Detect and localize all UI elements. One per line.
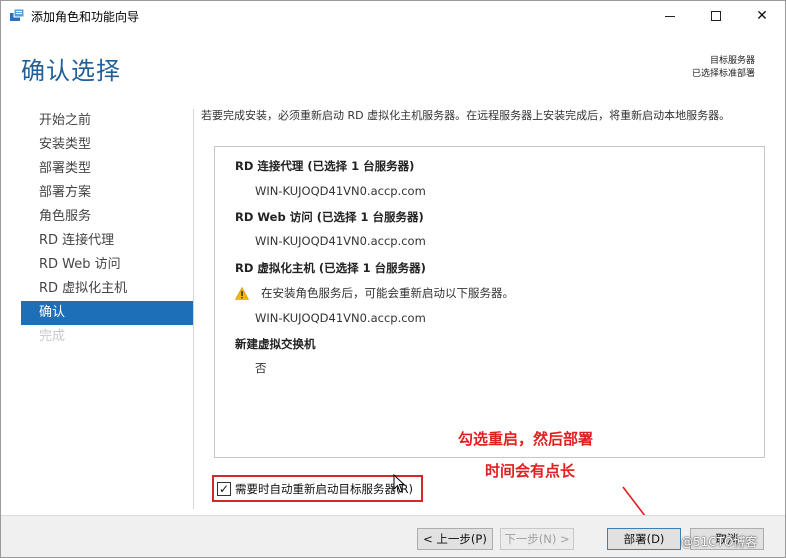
virtual-switch-value: 否 (255, 361, 267, 375)
target-server-info: 目标服务器 已选择标准部署 (692, 55, 755, 81)
restart-warning: 在安装角色服务后，可能会重新启动以下服务器。 (235, 285, 514, 301)
nav-step-deployment-scenario[interactable]: 部署方案 (21, 181, 193, 205)
close-icon: ✕ (756, 8, 768, 24)
nav-step-role-services[interactable]: 角色服务 (21, 205, 193, 229)
wizard-window: 添加角色和功能向导 ✕ 确认选择 目标服务器 已选择标准部署 开始之前 安装类型… (0, 0, 786, 558)
nav-step-installation-type[interactable]: 安装类型 (21, 133, 193, 157)
target-server-label: 目标服务器 (709, 56, 755, 66)
auto-restart-option[interactable]: ✓ 需要时自动重新启动目标服务器(R) (212, 475, 423, 502)
web-access-server-name: WIN-KUJOQD41VN0.accp.com (255, 234, 426, 248)
close-button[interactable]: ✕ (739, 1, 785, 31)
watermark: @51CTO博客 (681, 535, 758, 549)
broker-server-name: WIN-KUJOQD41VN0.accp.com (255, 184, 426, 198)
maximize-icon (711, 11, 721, 21)
auto-restart-checkbox[interactable]: ✓ (217, 481, 231, 496)
auto-restart-label[interactable]: 需要时自动重新启动目标服务器(R) (235, 481, 413, 497)
mouse-cursor-icon (393, 474, 406, 493)
deploy-button[interactable]: 部署(D) (607, 528, 681, 550)
nav-step-rd-connection-broker[interactable]: RD 连接代理 (21, 229, 193, 253)
minimize-icon (665, 15, 675, 17)
wizard-steps-nav: 开始之前 安装类型 部署类型 部署方案 角色服务 RD 连接代理 RD Web … (21, 109, 193, 349)
target-server-value: 已选择标准部署 (691, 69, 755, 79)
sidebar-divider (193, 109, 194, 509)
annotation-takes-time: 时间会有点长 (485, 462, 576, 480)
confirmation-list[interactable]: RD 连接代理 (已选择 1 台服务器) WIN-KUJOQD41VN0.acc… (214, 146, 765, 458)
nav-step-deployment-type[interactable]: 部署类型 (21, 157, 193, 181)
virtualization-server-name: WIN-KUJOQD41VN0.accp.com (255, 311, 426, 325)
nav-step-rd-virtualization-host[interactable]: RD 虚拟化主机 (21, 277, 193, 301)
virtual-switch-section-title: 新建虚拟交换机 (235, 337, 316, 351)
title-bar[interactable]: 添加角色和功能向导 ✕ (1, 1, 785, 31)
warning-icon (235, 286, 249, 300)
page-title: 确认选择 (21, 57, 121, 85)
nav-step-results: 完成 (39, 329, 66, 344)
nav-step-rd-web-access[interactable]: RD Web 访问 (21, 253, 193, 277)
minimize-button[interactable] (647, 1, 693, 31)
nav-step-before-you-begin[interactable]: 开始之前 (21, 109, 193, 133)
web-access-section-title: RD Web 访问 (已选择 1 台服务器) (235, 210, 424, 224)
restart-notice: 若要完成安装，必须重新启动 RD 虚拟化主机服务器。在远程服务器上安装完成后，将… (201, 109, 731, 122)
nav-step-confirmation[interactable]: 确认 (21, 301, 193, 325)
previous-button[interactable]: < 上一步(P) (417, 528, 493, 550)
maximize-button[interactable] (693, 1, 739, 31)
annotation-check-restart: 勾选重启，然后部署 (458, 430, 594, 448)
broker-section-title: RD 连接代理 (已选择 1 台服务器) (235, 159, 415, 173)
next-button: 下一步(N) > (500, 528, 574, 550)
virtualization-section-title: RD 虚拟化主机 (已选择 1 台服务器) (235, 261, 426, 275)
server-manager-icon (10, 8, 25, 21)
restart-warning-text: 在安装角色服务后，可能会重新启动以下服务器。 (261, 286, 514, 300)
wizard-footer: < 上一步(P) 下一步(N) > 部署(D) 取消 (1, 515, 785, 557)
window-title: 添加角色和功能向导 (31, 10, 140, 24)
